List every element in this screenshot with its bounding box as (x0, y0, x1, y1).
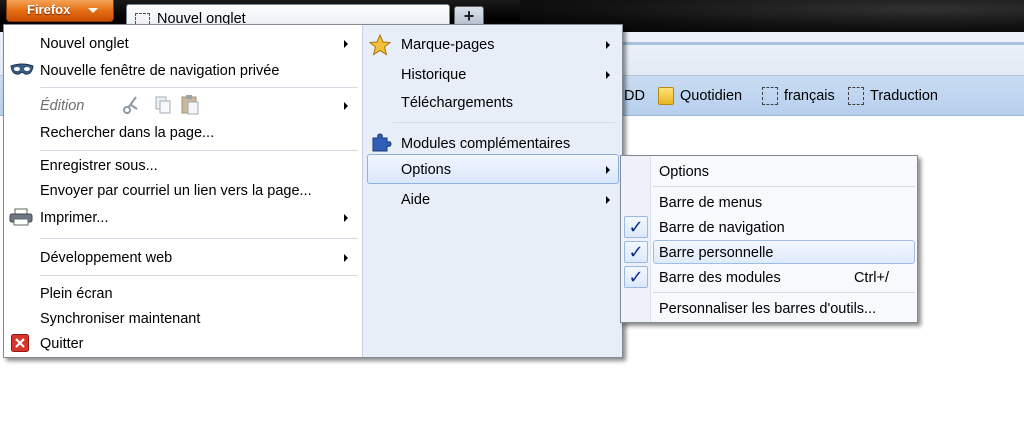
menu-item-label: Quitter (40, 336, 84, 352)
keyboard-shortcut: Ctrl+/ (853, 270, 889, 286)
app-menu-left-column: Nouvel onglet Nouvelle fenêtre de naviga… (4, 25, 362, 357)
firefox-app-menu: Nouvel onglet Nouvelle fenêtre de naviga… (3, 24, 623, 358)
menu-item-label: Nouvelle fenêtre de navigation privée (40, 63, 280, 79)
menu-separator (653, 292, 915, 293)
paste-icon (180, 94, 200, 119)
menu-item-options-label[interactable]: Options (401, 158, 617, 182)
submenu-item-bookmarks-toolbar-label[interactable]: Barre personnelle (659, 241, 909, 265)
bookmark-label: Traduction (870, 88, 938, 104)
submenu-arrow-icon (344, 102, 348, 110)
submenu-arrow-icon (344, 214, 348, 222)
options-submenu: Options Barre de menus ✓ Barre de naviga… (620, 155, 918, 323)
bookmark-item-dd[interactable]: DD (624, 86, 645, 106)
menu-separator (40, 275, 358, 276)
menu-item-label: Options (401, 162, 451, 178)
submenu-arrow-icon (344, 40, 348, 48)
menu-item-new-tab[interactable]: Nouvel onglet (40, 32, 356, 56)
submenu-arrow-icon (606, 71, 610, 79)
submenu-item-options[interactable]: Options (659, 160, 909, 184)
menu-separator (393, 122, 615, 123)
printer-icon (9, 208, 33, 230)
checkmark-icon: ✓ (624, 216, 648, 238)
menu-item-addons[interactable]: Modules complémentaires (401, 132, 617, 156)
menu-item-label: Barre de menus (659, 195, 763, 211)
menu-item-sync-now[interactable]: Synchroniser maintenant (40, 307, 356, 331)
checkmark-icon: ✓ (624, 241, 648, 263)
menu-item-history[interactable]: Historique (401, 63, 617, 87)
menu-item-label: Personnaliser les barres d'outils... (659, 301, 877, 317)
firefox-button-label: Firefox (27, 2, 71, 17)
menu-item-label: Édition (40, 98, 85, 114)
submenu-item-menu-bar[interactable]: Barre de menus (659, 191, 909, 215)
menu-item-label: Synchroniser maintenant (40, 311, 201, 327)
menu-item-label: Barre des modules (659, 270, 781, 286)
menu-item-label: Nouvel onglet (40, 36, 129, 52)
bookmark-label: DD (624, 88, 645, 104)
menu-item-label: Imprimer... (40, 210, 109, 226)
menu-item-quit[interactable]: Quitter (40, 332, 356, 356)
submenu-arrow-icon (344, 254, 348, 262)
menu-item-label: Aide (401, 192, 431, 208)
folder-icon (658, 87, 674, 106)
menu-item-label: Modules complémentaires (401, 136, 571, 152)
menu-item-label: Historique (401, 67, 467, 83)
quit-icon (11, 334, 29, 356)
submenu-item-navigation-bar[interactable]: Barre de navigation (659, 216, 909, 240)
menu-item-label: Plein écran (40, 286, 113, 302)
url-bar-edge (620, 42, 1024, 45)
menu-item-label: Enregistrer sous... (40, 158, 158, 174)
menu-item-web-developer[interactable]: Développement web (40, 246, 356, 270)
menu-item-send-link[interactable]: Envoyer par courriel un lien vers la pag… (40, 179, 356, 203)
menu-item-label: Développement web (40, 250, 173, 266)
submenu-item-customize-toolbars[interactable]: Personnaliser les barres d'outils... (659, 297, 909, 321)
menu-item-full-screen[interactable]: Plein écran (40, 282, 356, 306)
menu-separator (40, 150, 358, 151)
menu-item-save-as[interactable]: Enregistrer sous... (40, 154, 356, 178)
menu-item-downloads[interactable]: Téléchargements (401, 91, 617, 115)
submenu-icon-gutter (621, 156, 651, 322)
menu-item-label: Téléchargements (401, 95, 514, 111)
menu-item-label: Marque-pages (401, 37, 495, 53)
bookmark-item-francais[interactable]: français (762, 86, 835, 106)
bookmark-label: français (784, 88, 835, 104)
menu-item-label: Barre personnelle (659, 245, 774, 261)
menu-item-label: Barre de navigation (659, 220, 785, 236)
menu-item-print[interactable]: Imprimer... (40, 206, 356, 230)
menu-separator (40, 87, 358, 88)
checkmark-icon: ✓ (624, 266, 648, 288)
menu-item-find-in-page[interactable]: Rechercher dans la page... (40, 121, 356, 145)
page-icon (848, 87, 864, 106)
menu-item-label: Options (659, 164, 709, 180)
cut-icon (122, 95, 140, 119)
star-icon (368, 33, 392, 60)
app-menu-right-column: Marque-pages Historique Téléchargements … (362, 25, 622, 357)
copy-icon (154, 95, 172, 119)
submenu-arrow-icon (606, 41, 610, 49)
menu-item-help[interactable]: Aide (401, 188, 617, 212)
bookmark-label: Quotidien (680, 88, 743, 104)
private-browsing-mask-icon (10, 62, 34, 82)
menu-separator (40, 238, 358, 239)
submenu-item-addon-bar[interactable]: Barre des modules Ctrl+/ (659, 266, 909, 290)
firefox-menu-button[interactable]: Firefox (6, 0, 114, 22)
menu-item-bookmarks[interactable]: Marque-pages (401, 33, 617, 57)
menu-item-private-window[interactable]: Nouvelle fenêtre de navigation privée (40, 59, 356, 83)
bookmark-item-traduction[interactable]: Traduction (848, 86, 938, 106)
menu-item-label: Envoyer par courriel un lien vers la pag… (40, 183, 312, 199)
submenu-arrow-icon (606, 196, 610, 204)
page-icon (762, 87, 778, 106)
menu-separator (653, 186, 915, 187)
menu-item-label: Rechercher dans la page... (40, 125, 215, 141)
dropdown-arrow-icon (88, 8, 98, 13)
bookmark-folder-quotidien[interactable]: Quotidien (658, 86, 742, 106)
submenu-arrow-icon (606, 166, 610, 174)
